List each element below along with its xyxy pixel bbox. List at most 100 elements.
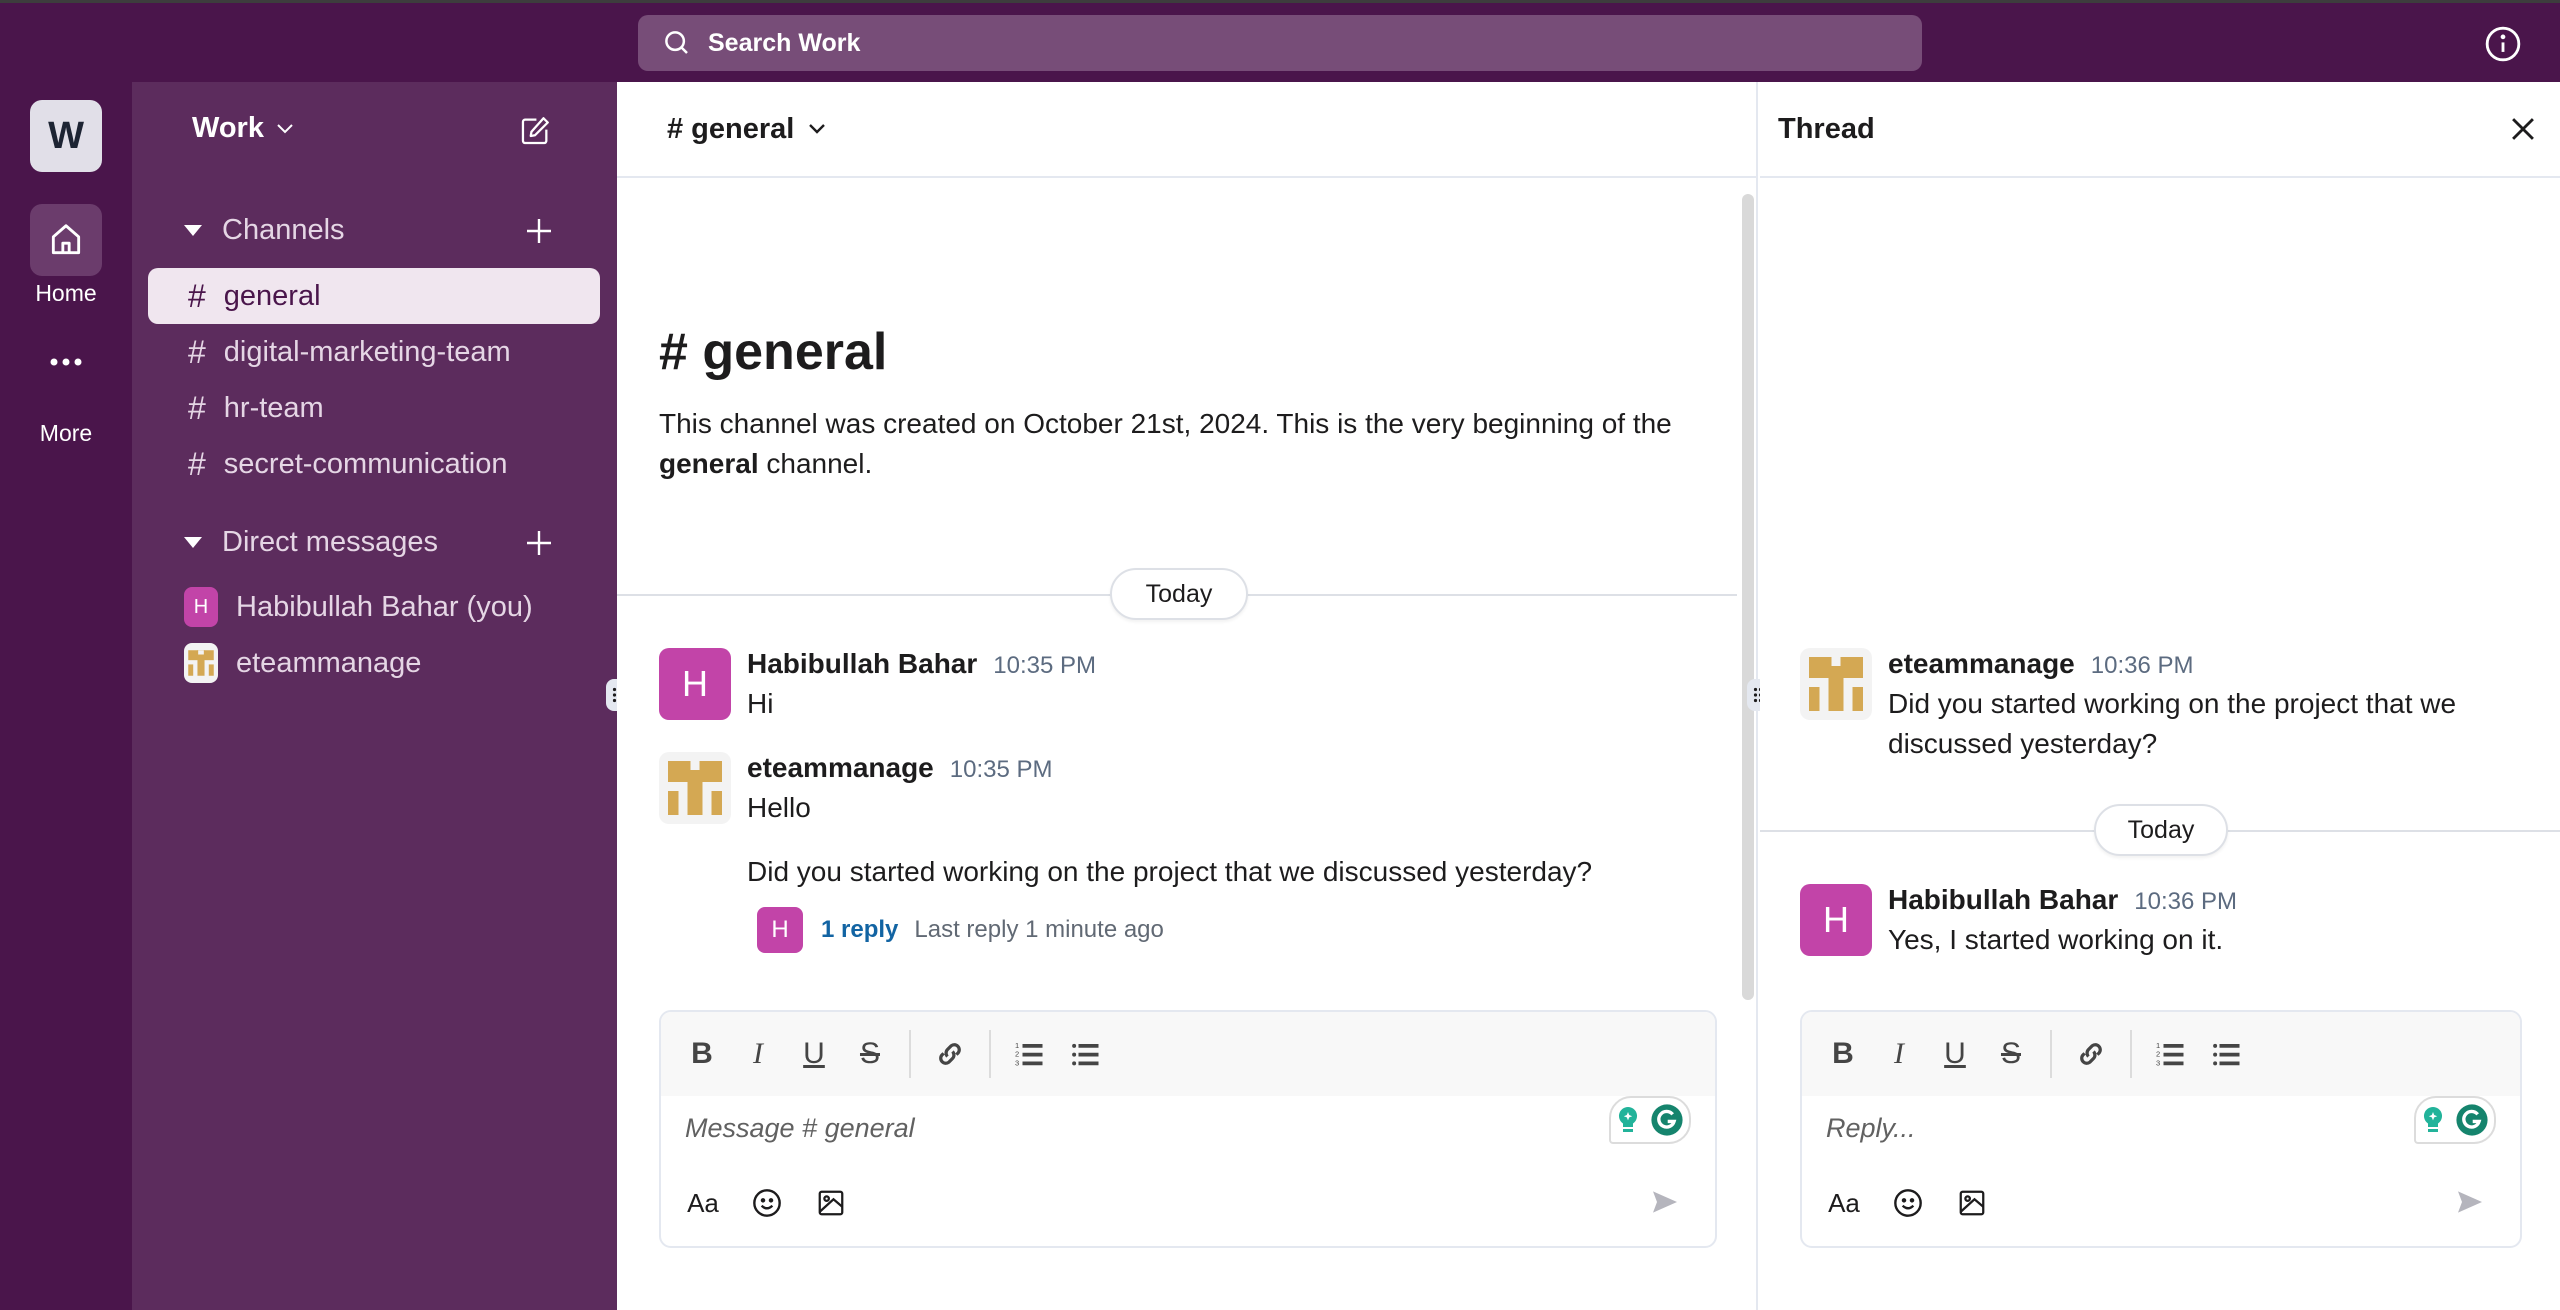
message-input[interactable]: Message # general — [661, 1096, 1715, 1160]
send-button[interactable] — [2454, 1186, 2490, 1222]
format-text-button[interactable]: Aa — [685, 1185, 721, 1221]
lightbulb-icon — [2423, 1107, 2443, 1132]
channel-title: # general — [667, 112, 795, 145]
chevron-down-icon — [277, 123, 293, 133]
message-text: Did you started working on the project t… — [1888, 688, 2457, 759]
bullet-list-button[interactable] — [1069, 1037, 1103, 1071]
image-icon — [1959, 1190, 1985, 1216]
italic-button[interactable]: I — [1882, 1037, 1916, 1071]
toolbar-separator — [2050, 1030, 2052, 1078]
grammarly-widget[interactable] — [2414, 1096, 2496, 1144]
thread-reply: H Habibullah Bahar 10:36 PM Yes, I starte… — [1800, 884, 2237, 960]
channel-header-button[interactable]: # general — [617, 82, 1756, 178]
add-dm-button[interactable] — [524, 528, 554, 558]
sidebar-dm-habibullah[interactable]: H Habibullah Bahar (you) — [184, 587, 533, 627]
message-time[interactable]: 10:35 PM — [993, 652, 1096, 679]
channel-view: # general # general This channel was cre… — [617, 82, 1758, 1310]
formatting-toolbar: B I U S 123 — [1802, 1012, 2520, 1096]
home-icon — [51, 224, 81, 255]
message-item: H Habibullah Bahar 10:35 PM Hi — [659, 648, 1096, 724]
search-input[interactable]: Search Work — [638, 15, 1922, 71]
attach-image-button[interactable] — [1954, 1185, 1990, 1221]
strikethrough-button[interactable]: S — [1994, 1037, 2028, 1071]
close-thread-button[interactable] — [2506, 112, 2540, 146]
compose-button[interactable] — [518, 114, 552, 148]
chevron-down-icon — [809, 124, 826, 134]
link-button[interactable] — [2074, 1037, 2108, 1071]
message-time[interactable]: 10:36 PM — [2091, 652, 2194, 679]
thread-summary[interactable]: H 1 reply Last reply 1 minute ago — [757, 907, 1164, 953]
bold-button[interactable]: B — [685, 1037, 719, 1071]
svg-text:2: 2 — [2156, 1050, 2160, 1059]
channels-header: Channels — [222, 214, 345, 246]
emoji-button[interactable] — [1890, 1185, 1926, 1221]
sidebar-channel-secret-communication[interactable]: # secret-communication — [148, 436, 600, 492]
formatting-toolbar: B I U S 123 — [661, 1012, 1715, 1096]
workspace-switcher[interactable]: W — [30, 100, 102, 172]
composer-actions: Aa — [661, 1160, 1715, 1246]
sidebar-channel-hr-team[interactable]: # hr-team — [148, 380, 600, 436]
ordered-list-button[interactable]: 123 — [2154, 1037, 2188, 1071]
message-time[interactable]: 10:36 PM — [2134, 888, 2237, 915]
bold-button[interactable]: B — [1826, 1037, 1860, 1071]
link-icon — [2080, 1043, 2102, 1065]
channel-name: secret-communication — [223, 447, 508, 480]
underline-button[interactable]: U — [1938, 1037, 1972, 1071]
reply-input[interactable]: Reply... — [1802, 1096, 2520, 1160]
sidebar-dm-eteammanage[interactable]: eteammanage — [184, 643, 421, 683]
message-author[interactable]: Habibullah Bahar — [747, 648, 977, 679]
workspace-menu[interactable]: Work — [192, 112, 294, 145]
emoji-icon — [753, 1189, 781, 1217]
sidebar-channel-general[interactable]: # general — [148, 268, 600, 324]
search-icon — [665, 31, 688, 54]
message-author[interactable]: eteammanage — [1888, 648, 2075, 679]
avatar[interactable]: H — [659, 648, 731, 720]
info-icon[interactable] — [2484, 25, 2522, 63]
avatar: H — [184, 587, 218, 627]
ordered-list-icon: 123 — [2156, 1041, 2184, 1067]
grammarly-icon — [2456, 1104, 2488, 1136]
scrollbar[interactable] — [1742, 194, 1754, 1000]
underline-button[interactable]: U — [797, 1037, 831, 1071]
add-channel-button[interactable] — [524, 216, 554, 246]
date-divider-pill[interactable]: Today — [2094, 804, 2228, 856]
date-divider-pill[interactable]: Today — [1110, 568, 1248, 620]
emoji-button[interactable] — [749, 1185, 785, 1221]
home-label: Home — [35, 280, 97, 306]
send-icon — [1653, 1191, 1677, 1213]
message-composer: B I U S 123 Message # general Aa — [659, 1010, 1717, 1248]
bullet-list-button[interactable] — [2210, 1037, 2244, 1071]
link-button[interactable] — [933, 1037, 967, 1071]
image-icon — [818, 1190, 844, 1216]
toolbar-separator — [989, 1030, 991, 1078]
dm-header: Direct messages — [222, 526, 438, 558]
message-author[interactable]: Habibullah Bahar — [1888, 884, 2118, 915]
message-time[interactable]: 10:35 PM — [950, 756, 1053, 783]
message-placeholder: Message # general — [685, 1112, 915, 1143]
sidebar-channel-digital-marketing-team[interactable]: # digital-marketing-team — [148, 324, 600, 380]
team-logo-avatar[interactable] — [1800, 648, 1872, 720]
svg-text:2: 2 — [1015, 1050, 1019, 1059]
intro-text-prefix: This channel was created on October 21st… — [659, 408, 1672, 439]
search-placeholder: Search Work — [708, 28, 861, 57]
italic-button[interactable]: I — [741, 1037, 775, 1071]
link-icon — [939, 1043, 961, 1065]
compose-icon — [521, 117, 549, 145]
channels-section-toggle[interactable]: Channels — [184, 214, 345, 247]
avatar[interactable]: H — [1800, 884, 1872, 956]
thread-panel: Thread eteammanage 10:36 PM Did you start… — [1760, 82, 2560, 1310]
dm-section-toggle[interactable]: Direct messages — [184, 526, 438, 559]
more-button[interactable] — [30, 342, 102, 382]
dm-name: eteammanage — [236, 646, 422, 679]
caret-down-icon — [184, 537, 202, 548]
strikethrough-button[interactable]: S — [853, 1037, 887, 1071]
send-button[interactable] — [1649, 1186, 1685, 1222]
ordered-list-button[interactable]: 123 — [1013, 1037, 1047, 1071]
reply-count-link[interactable]: 1 reply — [821, 916, 898, 944]
format-text-button[interactable]: Aa — [1826, 1185, 1862, 1221]
grammarly-widget[interactable] — [1609, 1096, 1691, 1144]
message-author[interactable]: eteammanage — [747, 752, 934, 783]
attach-image-button[interactable] — [813, 1185, 849, 1221]
home-button[interactable] — [30, 204, 102, 276]
team-logo-avatar[interactable] — [659, 752, 731, 824]
